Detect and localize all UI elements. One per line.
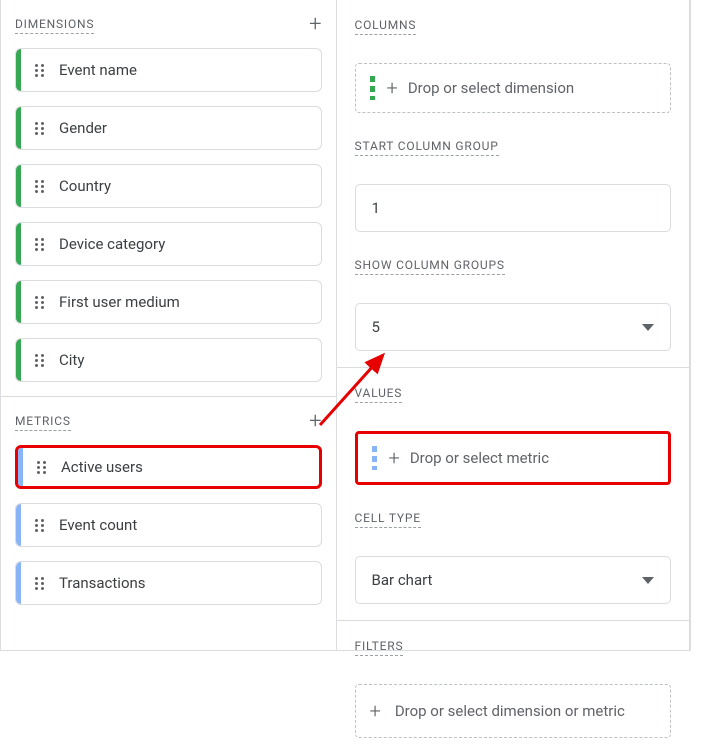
metric-chip[interactable]: Transactions bbox=[15, 561, 322, 605]
dimension-bar-icon bbox=[370, 76, 375, 100]
chevron-down-icon bbox=[642, 577, 654, 584]
chevron-down-icon bbox=[642, 324, 654, 331]
chip-label: First user medium bbox=[59, 293, 180, 311]
dimension-bar bbox=[16, 223, 21, 265]
drag-handle-icon bbox=[35, 519, 49, 532]
drag-handle-icon bbox=[35, 122, 49, 135]
drag-handle-icon bbox=[37, 461, 51, 474]
columns-label: COLUMNS bbox=[355, 18, 417, 35]
drag-handle-icon bbox=[35, 180, 49, 193]
chip-label: Event count bbox=[59, 516, 137, 534]
drop-label: Drop or select metric bbox=[410, 449, 549, 467]
dimensions-label: DIMENSIONS bbox=[15, 17, 94, 34]
show-column-groups-select[interactable]: 5 bbox=[355, 303, 671, 351]
drop-label: Drop or select dimension or metric bbox=[395, 701, 625, 722]
filters-section: FILTERS + Drop or select dimension or me… bbox=[337, 621, 689, 754]
metric-bar bbox=[16, 562, 21, 604]
chip-label: Gender bbox=[59, 119, 107, 137]
dimensions-section: DIMENSIONS + Event name Gender Country bbox=[1, 0, 336, 397]
start-column-group-label: START COLUMN GROUP bbox=[355, 139, 499, 156]
columns-section: COLUMNS + Drop or select dimension START… bbox=[337, 0, 689, 368]
metric-chip-active-users[interactable]: Active users bbox=[15, 445, 322, 489]
dimension-chip[interactable]: Gender bbox=[15, 106, 322, 150]
dimension-chip[interactable]: City bbox=[15, 338, 322, 382]
drag-handle-icon bbox=[35, 238, 49, 251]
metrics-label: METRICS bbox=[15, 414, 71, 431]
dimension-bar bbox=[16, 49, 21, 91]
drag-handle-icon bbox=[35, 296, 49, 309]
chip-label: Active users bbox=[61, 458, 143, 476]
drag-handle-icon bbox=[35, 64, 49, 77]
chip-label: Transactions bbox=[59, 574, 146, 592]
show-column-groups-label: SHOW COLUMN GROUPS bbox=[355, 258, 505, 275]
dimension-chip[interactable]: Device category bbox=[15, 222, 322, 266]
values-section: VALUES + Drop or select metric CELL TYPE… bbox=[337, 368, 689, 621]
dimension-chip[interactable]: Country bbox=[15, 164, 322, 208]
plus-icon: + bbox=[370, 699, 381, 723]
dimension-bar bbox=[16, 281, 21, 323]
dimension-bar bbox=[16, 107, 21, 149]
metrics-section: METRICS + Active users Event count Trans… bbox=[1, 397, 336, 619]
drag-handle-icon bbox=[35, 354, 49, 367]
add-metric-button[interactable]: + bbox=[309, 411, 321, 433]
filters-label: FILTERS bbox=[355, 639, 404, 656]
metric-bar-icon bbox=[372, 446, 377, 470]
cell-type-select[interactable]: Bar chart bbox=[355, 556, 671, 604]
values-drop-zone[interactable]: + Drop or select metric bbox=[355, 431, 671, 485]
values-label: VALUES bbox=[355, 386, 403, 403]
cell-type-label: CELL TYPE bbox=[355, 511, 421, 528]
dimension-bar bbox=[16, 165, 21, 207]
start-column-group-input[interactable] bbox=[355, 184, 671, 232]
dimension-chip[interactable]: Event name bbox=[15, 48, 322, 92]
add-dimension-button[interactable]: + bbox=[309, 14, 321, 36]
metric-bar bbox=[18, 448, 23, 486]
chip-label: Device category bbox=[59, 235, 165, 253]
dimension-bar bbox=[16, 339, 21, 381]
metric-bar bbox=[16, 504, 21, 546]
chip-label: Country bbox=[59, 177, 111, 195]
drop-label: Drop or select dimension bbox=[408, 79, 574, 97]
drag-handle-icon bbox=[35, 577, 49, 590]
metric-chip[interactable]: Event count bbox=[15, 503, 322, 547]
chip-label: City bbox=[59, 351, 84, 369]
plus-icon: + bbox=[387, 76, 398, 100]
chip-label: Event name bbox=[59, 61, 137, 79]
select-value: Bar chart bbox=[372, 571, 433, 589]
dimension-chip[interactable]: First user medium bbox=[15, 280, 322, 324]
left-panel: DIMENSIONS + Event name Gender Country bbox=[1, 0, 337, 650]
columns-drop-zone[interactable]: + Drop or select dimension bbox=[355, 63, 671, 113]
right-panel: COLUMNS + Drop or select dimension START… bbox=[337, 0, 690, 650]
filters-drop-zone[interactable]: + Drop or select dimension or metric bbox=[355, 684, 671, 738]
select-value: 5 bbox=[372, 318, 380, 336]
plus-icon: + bbox=[389, 446, 400, 470]
